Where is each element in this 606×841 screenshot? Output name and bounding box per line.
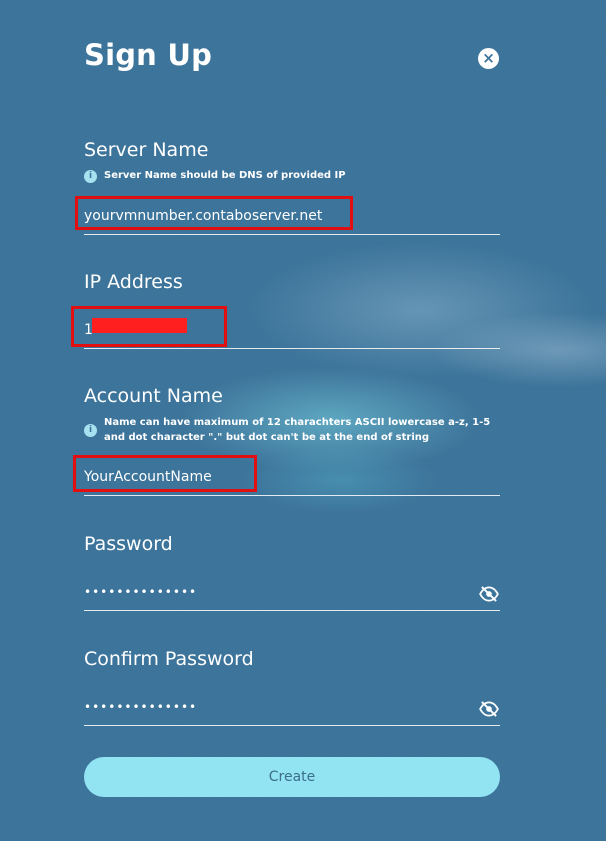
confirm-password-label: Confirm Password: [84, 648, 254, 670]
server-name-hint-text: Server Name should be DNS of provided IP: [104, 170, 346, 181]
page-title: Sign Up: [84, 38, 213, 72]
confirm-password-input[interactable]: [84, 691, 464, 723]
password-field: [84, 576, 500, 611]
eye-slash-icon[interactable]: [478, 701, 500, 717]
account-name-hint-text: Name can have maximum of 12 charachters …: [104, 417, 491, 443]
highlight-box-ip-address: [71, 306, 227, 347]
account-name-label: Account Name: [84, 385, 223, 407]
highlight-box-server-name: [75, 196, 353, 230]
confirm-password-field: [84, 691, 500, 726]
server-name-hint: i Server Name should be DNS of provided …: [84, 168, 346, 183]
create-button[interactable]: Create: [84, 757, 500, 797]
ip-address-label: IP Address: [84, 271, 183, 293]
eye-slash-icon[interactable]: [478, 586, 500, 602]
info-icon: i: [84, 424, 97, 437]
close-icon[interactable]: ×: [478, 48, 499, 69]
account-name-hint: i Name can have maximum of 12 charachter…: [84, 415, 500, 445]
server-name-label: Server Name: [84, 139, 209, 161]
highlight-box-account-name: [73, 455, 257, 492]
info-icon: i: [84, 170, 97, 183]
password-input[interactable]: [84, 576, 464, 608]
password-label: Password: [84, 533, 173, 555]
